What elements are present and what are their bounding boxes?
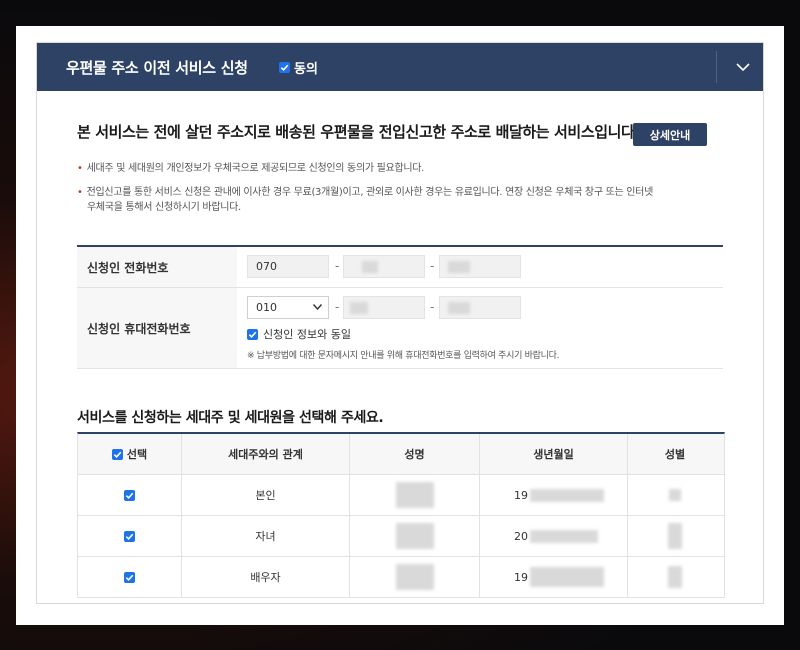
- mobile-row: 신청인 휴대전화번호 010 - - 신청인 정보와 동일 ※ 납부방법에 대한: [77, 288, 723, 369]
- name-cell: [350, 516, 480, 556]
- same-as-applicant-checkbox[interactable]: 신청인 정보와 동일: [247, 326, 351, 342]
- birth-cell: 20: [480, 516, 628, 556]
- panel-title: 우편물 주소 이전 서비스 신청: [66, 59, 248, 77]
- bullet-icon: •: [77, 163, 83, 174]
- members-section-title: 서비스를 신청하는 세대주 및 세대원을 선택해 주세요.: [77, 410, 384, 426]
- header-divider: [716, 51, 717, 83]
- gender-cell: [628, 516, 722, 556]
- masked-value: [530, 488, 604, 502]
- phone-label: 신청인 전화번호: [77, 247, 237, 287]
- gender-header: 성별: [664, 448, 686, 461]
- chevron-down-icon: [313, 304, 322, 310]
- name-cell: [350, 557, 480, 597]
- notice-item: • 전입신고를 통한 서비스 신청은 관내에 이사한 경우 무료(3개월)이고, …: [77, 187, 653, 198]
- service-intro-text: 본 서비스는 전에 살던 주소지로 배송된 우편물을 전입신고한 주소로 배달하…: [77, 123, 640, 141]
- dash-separator: -: [430, 259, 435, 273]
- table-row: 배우자 19: [78, 557, 724, 598]
- table-row: 자녀 20: [78, 516, 724, 557]
- window-frame: 우편물 주소 이전 서비스 신청 동의 본 서비스는 전에 살던 주소지로 배송…: [16, 26, 784, 625]
- dash-separator: -: [335, 300, 340, 314]
- checkbox-checked-icon: [247, 328, 258, 340]
- checkbox-checked-icon: [124, 489, 135, 501]
- masked-value: [530, 567, 604, 587]
- masked-value: [448, 302, 470, 314]
- mobile-prefix-select[interactable]: 010: [247, 296, 329, 319]
- mobile-part2-input[interactable]: [343, 296, 425, 319]
- select-all-header[interactable]: 선택: [78, 434, 182, 474]
- dash-separator: -: [430, 300, 435, 314]
- name-header: 성명: [350, 434, 480, 474]
- gender-cell: [628, 475, 722, 515]
- checkbox-checked-icon: [124, 530, 135, 542]
- masked-value: [395, 523, 434, 549]
- birth-header: 생년월일: [480, 434, 628, 474]
- phone-part1-input[interactable]: 070: [247, 255, 329, 278]
- table-row: 본인 19: [78, 475, 724, 516]
- bullet-icon: •: [77, 187, 83, 198]
- notice-item-continued: 우체국을 통해서 신청하시기 바랍니다.: [87, 202, 241, 213]
- phone-row: 신청인 전화번호 070 - -: [77, 247, 723, 288]
- checkbox-checked-icon: [111, 448, 123, 460]
- relation-cell: 본인: [182, 475, 350, 515]
- birth-cell: 19: [480, 557, 628, 597]
- mobile-label: 신청인 휴대전화번호: [77, 288, 237, 368]
- members-table: 선택 세대주와의 관계 성명 생년월일 성별 본인 19 자녀 20 배우자 1…: [77, 432, 725, 598]
- dash-separator: -: [335, 259, 340, 273]
- gender-cell: [628, 557, 722, 597]
- relation-cell: 배우자: [182, 557, 350, 597]
- checkbox-checked-icon: [279, 62, 290, 73]
- service-panel: 우편물 주소 이전 서비스 신청 동의 본 서비스는 전에 살던 주소지로 배송…: [36, 42, 764, 604]
- relation-cell: 자녀: [182, 516, 350, 556]
- row-select-checkbox[interactable]: [78, 475, 182, 515]
- checkbox-checked-icon: [124, 571, 135, 583]
- row-select-checkbox[interactable]: [78, 557, 182, 597]
- mobile-part3-input[interactable]: [439, 296, 521, 319]
- masked-value: [395, 482, 434, 508]
- masked-value: [448, 261, 470, 273]
- relation-header: 세대주와의 관계: [182, 434, 350, 474]
- panel-header: 우편물 주소 이전 서비스 신청 동의: [37, 43, 763, 91]
- detail-info-button[interactable]: 상세안내: [633, 123, 707, 146]
- table-header-row: 선택 세대주와의 관계 성명 생년월일 성별: [78, 434, 724, 475]
- masked-value: [669, 489, 681, 501]
- masked-value: [362, 261, 378, 273]
- notice-item: • 세대주 및 세대원의 개인정보가 우체국으로 제공되므로 신청인의 동의가 필…: [77, 163, 425, 174]
- agree-label: 동의: [294, 62, 318, 77]
- masked-value: [395, 564, 434, 590]
- row-select-checkbox[interactable]: [78, 516, 182, 556]
- phone-part3-input[interactable]: [439, 255, 521, 278]
- masked-value: [668, 566, 682, 588]
- chevron-down-icon[interactable]: [727, 51, 759, 83]
- applicant-form: 신청인 전화번호 070 - - 신청인 휴대전화번호 010 - - 신청인 …: [77, 245, 723, 369]
- phone-part2-input[interactable]: [343, 255, 425, 278]
- birth-cell: 19: [480, 475, 628, 515]
- masked-value: [530, 529, 598, 543]
- masked-value: [668, 523, 682, 549]
- name-cell: [350, 475, 480, 515]
- mobile-note: ※ 납부방법에 대한 문자메시지 안내를 위해 휴대전화번호를 입력하여 주시기…: [247, 351, 560, 361]
- agree-checkbox[interactable]: 동의: [279, 58, 318, 77]
- masked-value: [350, 302, 368, 314]
